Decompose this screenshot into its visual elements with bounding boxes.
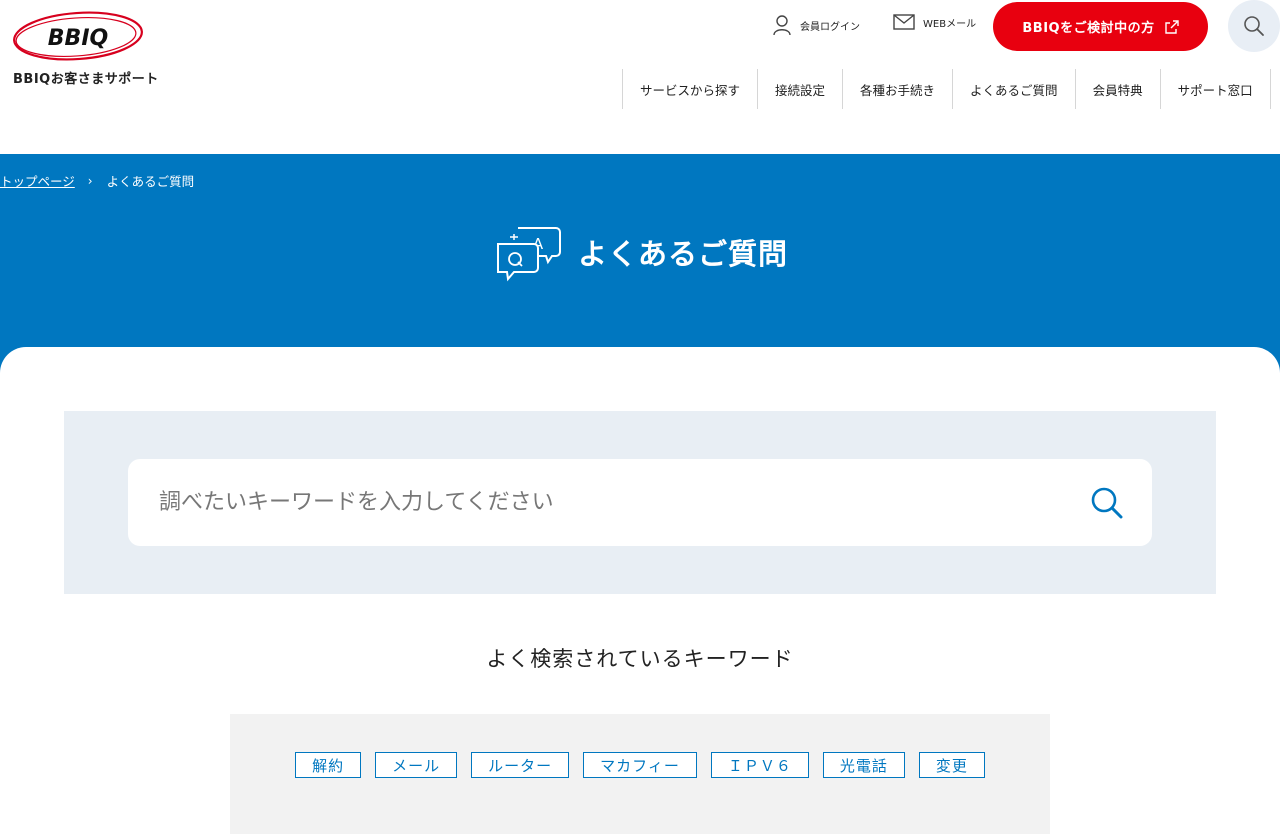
member-login-label: 会員ログイン	[800, 21, 860, 33]
faq-search-input[interactable]	[157, 481, 1061, 524]
keyword-tag[interactable]: マカフィー	[583, 752, 697, 778]
member-login-link[interactable]: 会員ログイン	[772, 14, 860, 36]
search-icon	[1091, 487, 1123, 519]
breadcrumb: トップページ › よくあるご質問	[0, 171, 194, 190]
breadcrumb-separator: ›	[87, 173, 93, 188]
person-icon	[773, 15, 791, 36]
search-submit-button[interactable]	[1090, 486, 1124, 524]
external-link-icon	[1164, 19, 1179, 34]
nav-item-benefits[interactable]: 会員特典	[1074, 69, 1160, 109]
breadcrumb-current: よくあるご質問	[106, 174, 195, 189]
breadcrumb-home-link[interactable]: トップページ	[0, 171, 75, 190]
search-panel	[64, 411, 1216, 594]
header-search-button[interactable]	[1228, 0, 1280, 52]
keyword-tag[interactable]: 変更	[918, 752, 985, 778]
keyword-list: 解約 メール ルーター マカフィー ＩＰＶ６ 光電話 変更	[230, 752, 1050, 778]
global-nav: サービスから探す 接続設定 各種お手続き よくあるご質問 会員特典 サポート窓口	[622, 69, 1271, 109]
bbiq-logo[interactable]: BBIQ	[12, 10, 144, 62]
search-icon	[1244, 16, 1264, 36]
considering-bbiq-button[interactable]: BBIQをご検討中の方	[993, 2, 1208, 51]
nav-item-faq[interactable]: よくあるご質問	[952, 69, 1075, 109]
nav-item-support[interactable]: サポート窓口	[1159, 69, 1271, 109]
keyword-tag[interactable]: 解約	[295, 752, 362, 778]
nav-item-connection[interactable]: 接続設定	[757, 69, 842, 109]
keyword-tag[interactable]: 光電話	[822, 752, 905, 778]
nav-item-services[interactable]: サービスから探す	[622, 69, 757, 109]
webmail-link[interactable]: WEBメール	[893, 14, 976, 30]
nav-item-procedures[interactable]: 各種お手続き	[842, 69, 952, 109]
webmail-label: WEBメール	[923, 18, 977, 30]
hero-title-group: A よくあるご質問	[494, 222, 788, 282]
cta-label: BBIQをご検討中の方	[1022, 21, 1155, 36]
keywords-panel: 解約 メール ルーター マカフィー ＩＰＶ６ 光電話 変更	[230, 714, 1050, 834]
site-header: BBIQ BBIQお客さまサポート 会員ログイン WEBメール BBIQをご検討…	[0, 0, 1280, 154]
search-box[interactable]	[128, 459, 1152, 546]
hero-banner: トップページ › よくあるご質問 A よくあるご質問	[0, 154, 1280, 374]
site-name: BBIQお客さまサポート	[13, 72, 159, 87]
logo-text: BBIQ	[48, 26, 108, 51]
main-content: よく検索されているキーワード 解約 メール ルーター マカフィー ＩＰＶ６ 光電…	[0, 347, 1280, 834]
mail-icon	[893, 14, 915, 30]
qa-chat-icon: A	[497, 227, 561, 282]
keyword-tag[interactable]: ルーター	[471, 752, 570, 778]
keyword-tag[interactable]: メール	[375, 752, 458, 778]
page-title: よくあるご質問	[578, 237, 789, 271]
keyword-tag[interactable]: ＩＰＶ６	[710, 752, 809, 778]
popular-keywords-heading: よく検索されているキーワード	[486, 647, 794, 671]
